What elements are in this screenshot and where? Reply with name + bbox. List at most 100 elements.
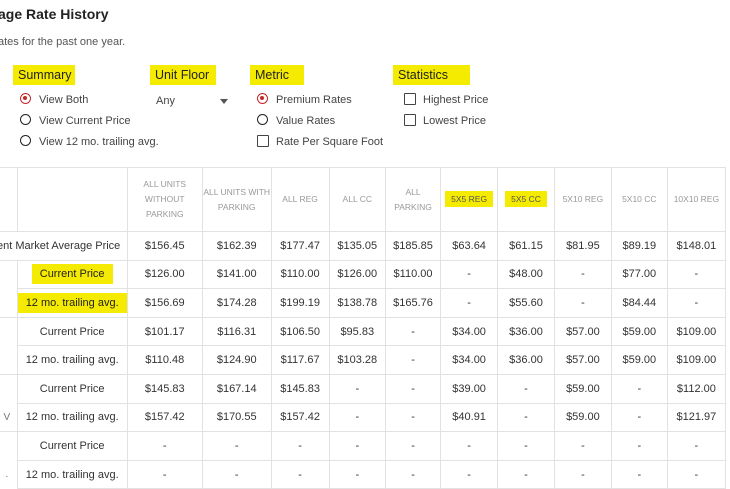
- row-label: Current Price: [16, 316, 128, 347]
- radio-icon[interactable]: [20, 114, 31, 125]
- header-label-cell: [16, 167, 128, 232]
- row-label: 12 mo. trailing avg.: [16, 288, 128, 318]
- table-cell: $36.00: [497, 345, 555, 375]
- column-header[interactable]: 5X5 CC: [497, 167, 555, 232]
- unit-floor-value: Any: [156, 95, 175, 107]
- table-cell: $59.00: [553, 373, 612, 404]
- table-cell: $141.00: [201, 259, 272, 290]
- table-cell: -: [384, 459, 442, 489]
- table-cell: $84.44: [610, 288, 668, 318]
- table-cell: -: [270, 431, 330, 461]
- radio-selected-icon[interactable]: [20, 93, 31, 104]
- row-label: Current Price: [16, 373, 128, 404]
- checkbox-icon[interactable]: [404, 93, 416, 105]
- table-cell: $81.95: [553, 231, 612, 261]
- table-cell: $40.91: [440, 402, 499, 433]
- table-row: Current Price $145.83 $167.14 $145.83- - $39.…: [0, 373, 727, 404]
- table-cell: $59.00: [610, 345, 668, 375]
- table-header-row: ALL UNITS WITHOUT PARKING ALL UNITS WITH…: [0, 167, 727, 232]
- statistics-label: Statistics: [393, 65, 470, 85]
- table-cell: -: [666, 259, 727, 290]
- row-group-cell: [0, 373, 18, 404]
- table-cell: -: [384, 373, 442, 404]
- table-cell: $36.00: [497, 316, 555, 347]
- table-cell: -: [440, 431, 499, 461]
- table-row: Current Price $126.00 $141.00 $110.00 $126.0…: [0, 259, 727, 290]
- table-cell: -: [440, 288, 499, 318]
- column-header[interactable]: ALL UNITS WITHOUT PARKING: [126, 167, 203, 232]
- column-header[interactable]: ALL CC: [328, 167, 386, 232]
- table-cell: -: [553, 431, 612, 461]
- table-cell: -: [384, 316, 442, 347]
- radio-icon[interactable]: [257, 114, 268, 125]
- table-cell: -: [384, 431, 442, 461]
- row-label: ent Market Average Price: [0, 231, 128, 261]
- chevron-down-icon[interactable]: [220, 99, 228, 104]
- table-cell: -: [126, 431, 203, 461]
- table-cell: $110.00: [384, 259, 442, 290]
- rate-table: ALL UNITS WITHOUT PARKING ALL UNITS WITH…: [0, 167, 727, 489]
- column-header[interactable]: ALL REG: [270, 167, 330, 232]
- table-row: Current Price $101.17 $116.31 $106.50 $95.83…: [0, 316, 727, 347]
- table-cell: -: [328, 459, 386, 489]
- table-cell: $124.90: [201, 345, 272, 375]
- column-header[interactable]: ALL UNITS WITH PARKING: [201, 167, 272, 232]
- table-cell: -: [201, 431, 272, 461]
- table-cell: $109.00: [666, 345, 727, 375]
- table-cell: -: [201, 459, 272, 489]
- table-cell: $157.42: [126, 402, 203, 433]
- column-header[interactable]: 5X5 REG: [440, 167, 499, 232]
- table-cell: $199.19: [270, 288, 330, 318]
- table-cell: $138.78: [328, 288, 386, 318]
- table-cell: -: [666, 288, 727, 318]
- table-cell: -: [497, 431, 555, 461]
- summary-label: Summary: [13, 65, 75, 85]
- table-cell: $165.76: [384, 288, 442, 318]
- table-cell: -: [553, 459, 612, 489]
- row-group-cell: [0, 431, 18, 461]
- column-header[interactable]: 10X10 REG: [666, 167, 727, 232]
- table-cell: -: [328, 373, 386, 404]
- table-cell: -: [610, 373, 668, 404]
- table-cell: $106.50: [270, 316, 330, 347]
- table-cell: $121.97: [666, 402, 727, 433]
- table-cell: $167.14: [201, 373, 272, 404]
- table-cell: $48.00: [497, 259, 555, 290]
- table-cell: -: [610, 431, 668, 461]
- table-cell: $162.39: [201, 231, 272, 261]
- table-cell: $126.00: [126, 259, 203, 290]
- table-cell: $63.64: [440, 231, 499, 261]
- radio-icon[interactable]: [20, 135, 31, 146]
- table-cell: $135.05: [328, 231, 386, 261]
- column-header[interactable]: 5X10 CC: [610, 167, 668, 232]
- table-cell: $145.83: [270, 373, 330, 404]
- table-cell: -: [384, 402, 442, 433]
- column-header[interactable]: 5X10 REG: [553, 167, 612, 232]
- table-cell: -: [328, 431, 386, 461]
- table-cell: $110.00: [270, 259, 330, 290]
- table-cell: $156.69: [126, 288, 203, 318]
- checkbox-icon[interactable]: [257, 135, 269, 147]
- unit-floor-select[interactable]: Any: [156, 92, 232, 110]
- table-cell: -: [666, 459, 727, 489]
- table-cell: -: [497, 459, 555, 489]
- table-cell: $57.00: [553, 316, 612, 347]
- row-group-cell: [0, 316, 18, 346]
- row-label: 12 mo. trailing avg.: [16, 402, 128, 433]
- header-group-cell: [0, 167, 18, 232]
- table-cell: $177.47: [270, 231, 330, 261]
- table-body: ent Market Average Price $156.45 $162.39 $1…: [0, 231, 727, 489]
- table-cell: $126.00: [328, 259, 386, 290]
- row-label: Current Price: [16, 259, 128, 290]
- row-group-cell: V: [0, 403, 18, 432]
- table-cell: $34.00: [440, 345, 499, 375]
- table-cell: -: [497, 402, 555, 433]
- row-group-cell: [0, 288, 18, 318]
- checkbox-icon[interactable]: [404, 114, 416, 126]
- column-header[interactable]: ALL PARKING: [384, 167, 442, 232]
- table-row: Current Price - - - - - - - - - -: [0, 431, 727, 461]
- table-cell: $77.00: [610, 259, 668, 290]
- table-cell: $112.00: [666, 373, 727, 404]
- radio-selected-icon[interactable]: [257, 93, 268, 104]
- table-cell: $39.00: [440, 373, 499, 404]
